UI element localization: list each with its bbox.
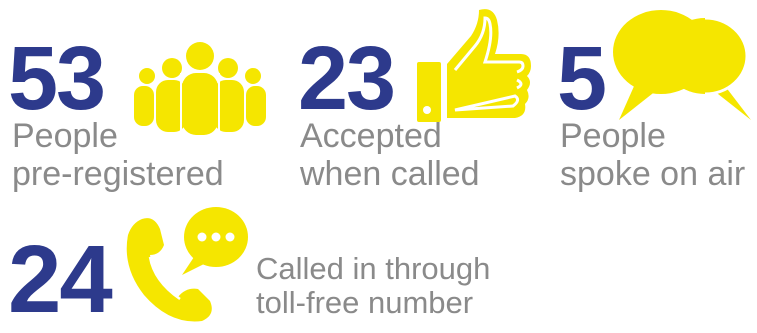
thumbs-up-icon xyxy=(417,9,531,122)
stat-label-line-2: spoke on air xyxy=(560,155,746,193)
stat-label: Accepted when called xyxy=(300,117,480,193)
stat-label: People pre-registered xyxy=(12,117,224,193)
stat-label: People spoke on air xyxy=(560,117,745,193)
stat-label-line-1: People xyxy=(560,117,666,155)
stat-value: 53 xyxy=(8,29,106,129)
stat-label-line-2: when called xyxy=(300,155,480,193)
phone-chat-icon xyxy=(126,207,248,322)
stat-label-line-2: toll-free number xyxy=(256,285,474,320)
stat-label-line-1: People xyxy=(12,117,118,155)
stat-label-line-2: pre-registered xyxy=(12,155,224,193)
speech-bubbles-icon xyxy=(613,10,751,120)
stat-label-line-1: Called in through xyxy=(256,251,491,286)
stat-value: 23 xyxy=(298,29,396,129)
stat-label: Called in through toll-free number xyxy=(256,252,490,320)
stat-value: 5 xyxy=(557,29,607,129)
stat-value: 24 xyxy=(8,226,113,333)
stat-label-line-1: Accepted xyxy=(300,117,442,155)
